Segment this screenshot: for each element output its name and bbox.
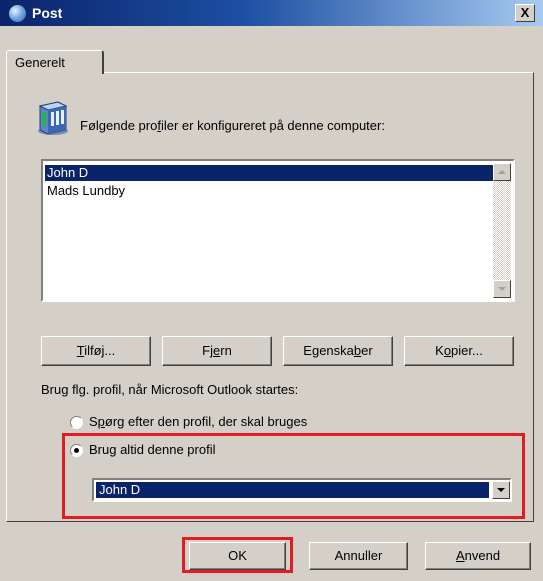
scroll-up-button[interactable] xyxy=(493,163,511,181)
window-title: Post xyxy=(32,5,63,21)
profile-item-john-d[interactable]: John D xyxy=(45,165,493,181)
apply-button[interactable]: Anvend xyxy=(425,542,531,570)
profile-item-mads-lundby[interactable]: Mads Lundby xyxy=(45,183,493,199)
title-bar xyxy=(0,0,543,26)
profile-listbox[interactable]: John D Mads Lundby xyxy=(41,159,515,302)
arrow-down-icon xyxy=(498,287,506,291)
startup-label: Brug flg. profil, når Microsoft Outlook … xyxy=(41,382,299,397)
cancel-button[interactable]: Annuller xyxy=(309,542,408,570)
remove-profile-button[interactable]: Fjern xyxy=(162,336,272,366)
properties-button[interactable]: Egenskaber xyxy=(283,336,393,366)
scroll-down-button[interactable] xyxy=(493,280,511,298)
intro-text: Følgende profiler er konfigureret på den… xyxy=(80,118,385,133)
close-button[interactable]: X xyxy=(515,4,535,22)
highlight-box-ok xyxy=(182,537,293,573)
tab-generelt[interactable]: Generelt xyxy=(6,50,104,74)
profiles-icon xyxy=(38,101,68,135)
arrow-up-icon xyxy=(498,170,506,174)
profile-list-scrollbar[interactable] xyxy=(493,163,511,298)
outlook-app-icon xyxy=(8,4,27,23)
highlight-box-always-profile xyxy=(62,433,525,519)
add-profile-button[interactable]: Tilføj... xyxy=(41,336,151,366)
radio-ask-profile-label[interactable]: Spørg efter den profil, der skal bruges xyxy=(89,414,307,429)
copy-profile-button[interactable]: Kopier... xyxy=(404,336,514,366)
radio-ask-profile[interactable] xyxy=(70,416,83,429)
